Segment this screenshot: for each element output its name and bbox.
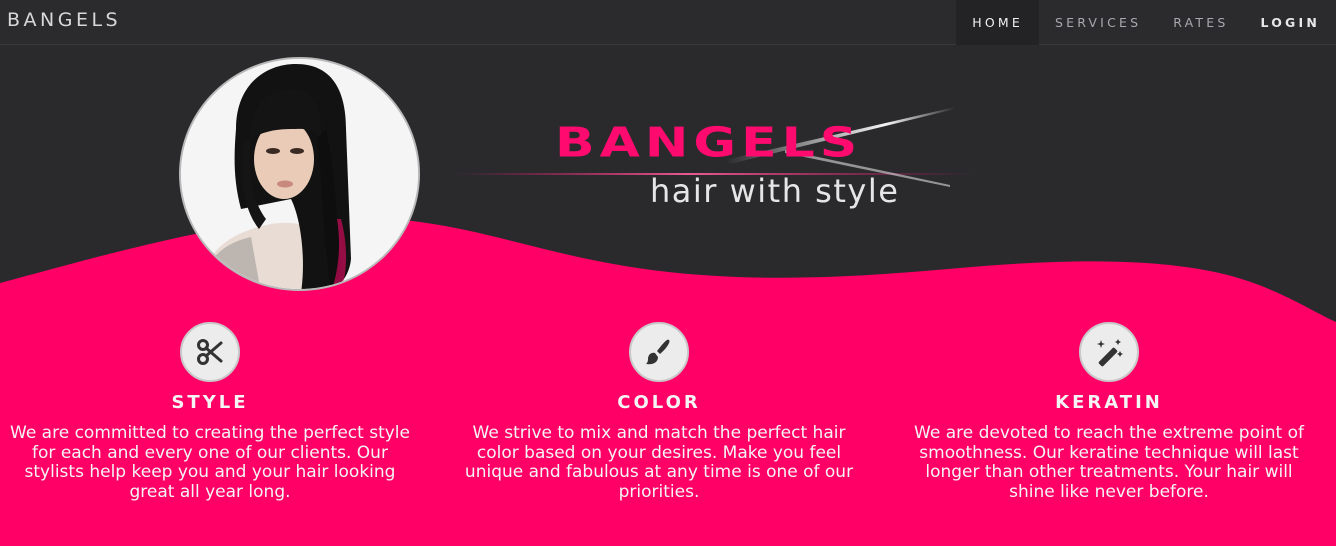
nav-rates-link[interactable]: RATES	[1157, 0, 1244, 45]
magic-wand-icon	[1097, 339, 1123, 367]
model-portrait	[179, 57, 420, 291]
feature-keratin-title: KERATIN	[1055, 392, 1163, 413]
navbar: BANGELS HOME SERVICES RATES LOGIN	[0, 0, 1336, 45]
feature-style-text: We are committed to creating the perfect…	[10, 423, 410, 502]
hero-section: BANGELS hair with style STYLE We are com…	[0, 45, 1336, 546]
brand-logo[interactable]: BANGELS	[7, 9, 121, 31]
nav-home-link[interactable]: HOME	[956, 0, 1039, 45]
feature-color-text: We strive to mix and match the perfect h…	[464, 423, 854, 502]
keratin-icon-badge	[1079, 322, 1139, 382]
color-icon-badge	[629, 322, 689, 382]
paint-brush-icon	[646, 339, 670, 365]
feature-color-title: COLOR	[617, 392, 701, 413]
nav-links: HOME SERVICES RATES LOGIN	[956, 0, 1336, 45]
feature-keratin: KERATIN We are devoted to reach the extr…	[899, 322, 1319, 502]
feature-style: STYLE We are committed to creating the p…	[0, 322, 420, 502]
logo-tagline: hair with style	[650, 172, 900, 210]
logo-wordmark: BANGELS	[555, 120, 863, 167]
feature-keratin-text: We are devoted to reach the extreme poin…	[914, 423, 1304, 502]
feature-color: COLOR We strive to mix and match the per…	[449, 322, 869, 502]
feature-style-title: STYLE	[171, 392, 249, 413]
style-icon-badge	[180, 322, 240, 382]
scissors-icon	[197, 339, 223, 365]
nav-services-link[interactable]: SERVICES	[1039, 0, 1157, 45]
nav-login-link[interactable]: LOGIN	[1244, 0, 1336, 45]
bangels-logo: BANGELS hair with style	[455, 100, 975, 220]
portrait-image	[181, 59, 418, 289]
